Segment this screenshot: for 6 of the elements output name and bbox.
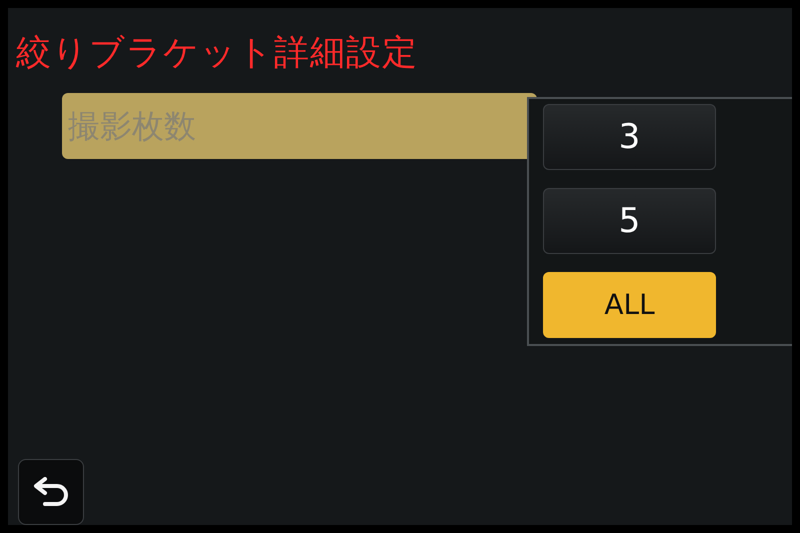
back-button[interactable] [18,459,84,525]
option-button[interactable]: 3 [543,104,716,170]
return-arrow-icon [31,477,71,507]
screen-title: 絞りブラケット詳細設定 [15,32,419,71]
option-button[interactable]: ALL [543,272,716,338]
option-button[interactable]: 5 [543,188,716,254]
